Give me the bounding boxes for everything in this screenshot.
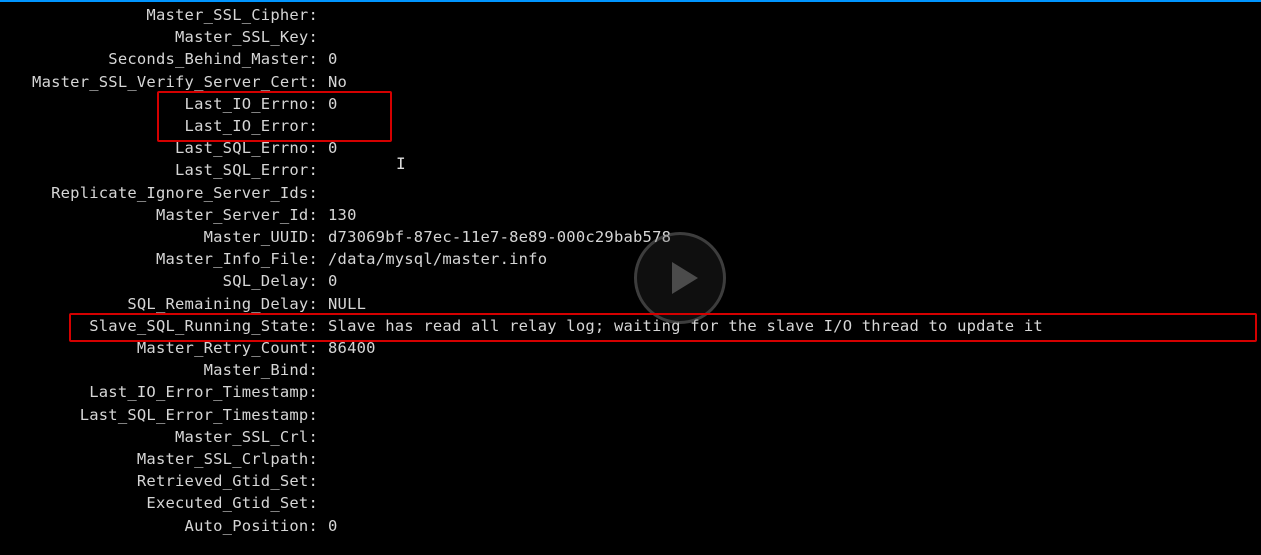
status-label: Master_SSL_Verify_Server_Cert: [0,71,318,93]
status-value: 0 [318,272,338,290]
status-row: Master_SSL_Key: [0,26,1043,48]
status-label: Master_SSL_Cipher: [0,4,318,26]
status-value [318,494,328,512]
status-label: Seconds_Behind_Master: [0,48,318,70]
status-value: 86400 [318,339,376,357]
play-icon [666,260,702,296]
status-row: Master_SSL_Crl: [0,426,1043,448]
status-row: Replicate_Ignore_Server_Ids: [0,182,1043,204]
status-label: Last_SQL_Error: [0,159,318,181]
status-value [318,184,328,202]
status-row: Seconds_Behind_Master:0 [0,48,1043,70]
status-row: Last_IO_Error_Timestamp: [0,381,1043,403]
status-label: Last_SQL_Errno: [0,137,318,159]
status-label: Master_Info_File: [0,248,318,270]
status-value [318,361,328,379]
text-cursor: I [396,154,406,173]
status-label: SQL_Delay: [0,270,318,292]
video-play-button[interactable] [634,232,726,324]
status-value: /data/mysql/master.info [318,250,547,268]
status-row: Executed_Gtid_Set: [0,492,1043,514]
status-label: Last_IO_Errno: [0,93,318,115]
status-value: 0 [318,95,338,113]
status-row: Master_SSL_Cipher: [0,4,1043,26]
status-value: 0 [318,139,338,157]
status-row: Master_SSL_Verify_Server_Cert:No [0,71,1043,93]
status-label: Master_SSL_Crlpath: [0,448,318,470]
status-value [318,472,328,490]
status-row: Last_SQL_Errno:0 [0,137,1043,159]
status-value [318,450,328,468]
status-label: SQL_Remaining_Delay: [0,293,318,315]
status-label: Master_SSL_Key: [0,26,318,48]
status-row: SQL_Remaining_Delay:NULL [0,293,1043,315]
status-row: Master_SSL_Crlpath: [0,448,1043,470]
status-row: Last_SQL_Error: [0,159,1043,181]
status-label: Master_SSL_Crl: [0,426,318,448]
status-label: Last_IO_Error_Timestamp: [0,381,318,403]
status-row: Auto_Position:0 [0,515,1043,537]
status-value [318,6,328,24]
status-label: Replicate_Ignore_Server_Ids: [0,182,318,204]
status-value [318,428,328,446]
status-label: Auto_Position: [0,515,318,537]
status-label: Last_IO_Error: [0,115,318,137]
status-value: 0 [318,50,338,68]
status-label: Master_Server_Id: [0,204,318,226]
window-accent-bar [0,0,1261,2]
status-value [318,383,328,401]
status-value [318,117,328,135]
status-label: Master_UUID: [0,226,318,248]
status-label: Last_SQL_Error_Timestamp: [0,404,318,426]
status-row: Master_Server_Id:130 [0,204,1043,226]
status-row: Master_Info_File:/data/mysql/master.info [0,248,1043,270]
status-value: d73069bf-87ec-11e7-8e89-000c29bab578 [318,228,671,246]
status-label: Retrieved_Gtid_Set: [0,470,318,492]
status-row: Last_IO_Errno:0 [0,93,1043,115]
status-row: Master_Retry_Count:86400 [0,337,1043,359]
status-label: Executed_Gtid_Set: [0,492,318,514]
status-row: SQL_Delay:0 [0,270,1043,292]
status-value [318,28,328,46]
status-value: NULL [318,295,366,313]
status-label: Master_Retry_Count: [0,337,318,359]
status-label: Slave_SQL_Running_State: [0,315,318,337]
status-value [318,406,328,424]
terminal-output: Master_SSL_Cipher:Master_SSL_Key:Seconds… [0,4,1043,537]
status-value [318,161,328,179]
status-row: Retrieved_Gtid_Set: [0,470,1043,492]
status-row: Last_IO_Error: [0,115,1043,137]
status-row: Slave_SQL_Running_State:Slave has read a… [0,315,1043,337]
status-row: Master_Bind: [0,359,1043,381]
status-row: Last_SQL_Error_Timestamp: [0,404,1043,426]
status-row: Master_UUID:d73069bf-87ec-11e7-8e89-000c… [0,226,1043,248]
status-label: Master_Bind: [0,359,318,381]
status-value: No [318,73,347,91]
status-value: 0 [318,517,338,535]
status-value: 130 [318,206,357,224]
